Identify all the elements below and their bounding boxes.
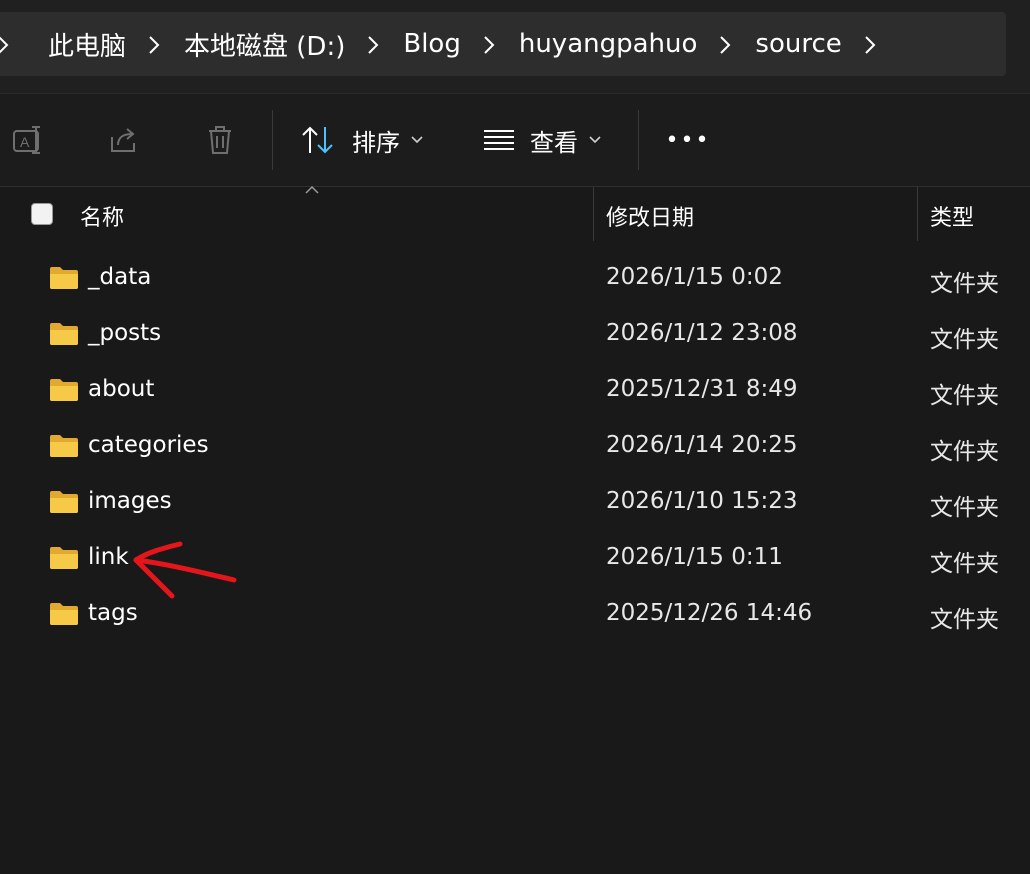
file-row-images[interactable]: images 2026/1/10 15:23 文件夹 — [0, 475, 1030, 531]
breadcrumb-item-huyangpahuo[interactable]: huyangpahuo — [467, 12, 704, 76]
rename-icon: A — [13, 126, 40, 154]
rename-button[interactable]: A — [8, 116, 48, 164]
column-resize-handle[interactable] — [917, 187, 918, 241]
file-row-categories[interactable]: categories 2026/1/14 20:25 文件夹 — [0, 419, 1030, 475]
chevron-right-icon[interactable] — [703, 12, 749, 76]
toolbar-separator — [638, 110, 639, 170]
file-type: 文件夹 — [930, 439, 999, 465]
file-name: _posts — [88, 320, 162, 346]
chevron-right-icon[interactable] — [132, 12, 178, 76]
file-name: categories — [88, 432, 209, 458]
column-header-date[interactable]: 修改日期 — [606, 200, 694, 232]
breadcrumb-item-source[interactable]: source — [703, 12, 893, 76]
chevron-down-icon — [589, 136, 601, 144]
folder-icon — [50, 267, 78, 289]
file-date: 2026/1/10 15:23 — [606, 488, 798, 514]
file-date: 2026/1/14 20:25 — [606, 432, 798, 458]
view-icon — [484, 130, 514, 150]
folder-icon — [50, 547, 78, 569]
breadcrumb-item-drive-d[interactable]: 本地磁盘 (D:) — [132, 12, 351, 76]
file-name: about — [88, 376, 155, 402]
breadcrumb-label: source — [755, 29, 842, 59]
folder-icon — [50, 603, 78, 625]
view-button[interactable]: 查看 — [482, 116, 612, 164]
file-date: 2026/1/15 0:11 — [606, 544, 783, 570]
select-all-checkbox[interactable] — [31, 203, 53, 225]
file-name: _data — [88, 264, 152, 290]
chevron-right-icon[interactable] — [0, 12, 42, 76]
column-header-type[interactable]: 类型 — [930, 200, 974, 232]
breadcrumb-item-this-pc[interactable]: 此电脑 — [0, 12, 132, 76]
more-options-button[interactable]: ••• — [662, 116, 714, 164]
file-row-link[interactable]: link 2026/1/15 0:11 文件夹 — [0, 531, 1030, 587]
share-icon — [111, 128, 135, 152]
breadcrumb-label: 本地磁盘 (D:) — [184, 31, 346, 62]
file-row-about[interactable]: about 2025/12/31 8:49 文件夹 — [0, 363, 1030, 419]
folder-icon — [50, 323, 78, 345]
file-type: 文件夹 — [930, 327, 999, 353]
file-type: 文件夹 — [930, 495, 999, 521]
address-bar-area: 此电脑 本地磁盘 (D:) Blog huyangpahuo source — [0, 0, 1030, 94]
file-name: tags — [88, 600, 138, 626]
file-list: _data 2026/1/15 0:02 文件夹 _posts 2026/1/1… — [0, 251, 1030, 643]
sort-indicator-icon — [305, 185, 319, 194]
breadcrumb-item-blog[interactable]: Blog — [351, 12, 466, 76]
file-date: 2025/12/31 8:49 — [606, 376, 798, 402]
file-name: link — [88, 544, 129, 570]
column-header-name[interactable]: 名称 — [80, 200, 124, 232]
sort-button[interactable]: 排序 — [300, 116, 436, 164]
breadcrumb[interactable]: 此电脑 本地磁盘 (D:) Blog huyangpahuo source — [0, 12, 1006, 76]
view-label: 查看 — [530, 128, 578, 157]
chevron-right-icon[interactable] — [848, 12, 894, 76]
chevron-right-icon[interactable] — [467, 12, 513, 76]
folder-icon — [50, 491, 78, 513]
breadcrumb-label: 此电脑 — [48, 31, 127, 62]
chevron-right-icon[interactable] — [351, 12, 397, 76]
file-date: 2026/1/12 23:08 — [606, 320, 798, 346]
file-date: 2025/12/26 14:46 — [606, 600, 813, 626]
breadcrumb-label: Blog — [403, 29, 461, 59]
file-date: 2026/1/15 0:02 — [606, 264, 783, 290]
share-button[interactable] — [104, 116, 144, 164]
file-row-posts[interactable]: _posts 2026/1/12 23:08 文件夹 — [0, 307, 1030, 363]
breadcrumb-label: huyangpahuo — [518, 29, 698, 59]
sort-icon — [302, 126, 333, 154]
folder-icon — [50, 379, 78, 401]
sort-label: 排序 — [352, 128, 400, 157]
column-header: 名称 修改日期 类型 — [0, 185, 1030, 243]
file-row-data[interactable]: _data 2026/1/15 0:02 文件夹 — [0, 251, 1030, 307]
file-type: 文件夹 — [930, 271, 999, 297]
chevron-down-icon — [411, 136, 423, 144]
more-icon: ••• — [665, 127, 711, 153]
file-name: images — [88, 488, 172, 514]
folder-icon — [50, 435, 78, 457]
column-resize-handle[interactable] — [593, 187, 594, 241]
toolbar-separator — [272, 110, 273, 170]
file-type: 文件夹 — [930, 383, 999, 409]
file-type: 文件夹 — [930, 551, 999, 577]
command-bar: A 排序 查看 ••• — [0, 94, 1030, 187]
delete-icon — [209, 126, 231, 154]
delete-button[interactable] — [200, 116, 240, 164]
file-type: 文件夹 — [930, 607, 999, 633]
svg-text:A: A — [20, 134, 30, 150]
file-row-tags[interactable]: tags 2025/12/26 14:46 文件夹 — [0, 587, 1030, 643]
file-explorer-window: 此电脑 本地磁盘 (D:) Blog huyangpahuo source A … — [0, 0, 1030, 874]
